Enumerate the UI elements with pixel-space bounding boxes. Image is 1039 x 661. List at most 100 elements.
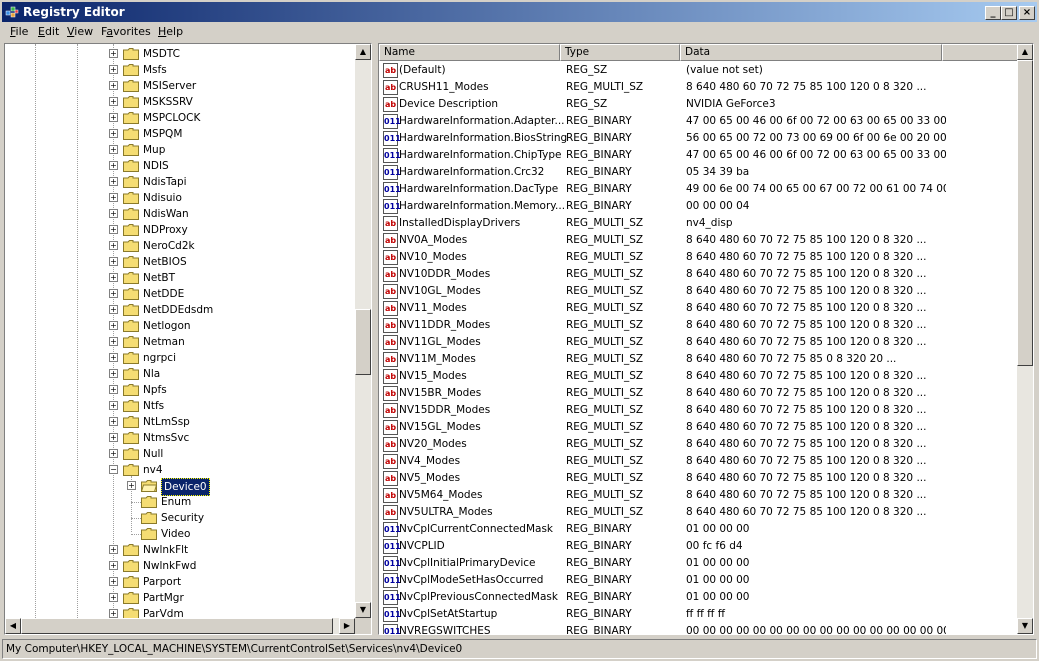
tree-node-nerocd2k[interactable]: + NeroCd2k <box>5 238 355 254</box>
expand-icon[interactable]: + <box>109 321 118 330</box>
tree-node-ndis[interactable]: + NDIS <box>5 158 355 174</box>
tree-node-video[interactable]: Video <box>5 526 355 542</box>
expand-icon[interactable]: + <box>109 593 118 602</box>
expand-icon[interactable]: + <box>109 65 118 74</box>
tree-node-netbt[interactable]: + NetBT <box>5 270 355 286</box>
column-header-name[interactable]: Name <box>379 44 560 61</box>
column-header-data[interactable]: Data <box>680 44 942 61</box>
expand-icon[interactable]: + <box>109 433 118 442</box>
expand-icon[interactable]: + <box>109 577 118 586</box>
menu-favorites[interactable]: Favorites <box>101 25 151 39</box>
tree-scroll-right-button[interactable]: ▶ <box>339 618 355 634</box>
value-row[interactable]: ab NV15BR_Modes REG_MULTI_SZ 8 640 480 60 7… <box>379 385 1019 402</box>
expand-icon[interactable]: + <box>109 257 118 266</box>
expand-icon[interactable]: + <box>109 193 118 202</box>
expand-icon[interactable]: + <box>127 481 136 490</box>
expand-icon[interactable]: + <box>109 337 118 346</box>
expand-icon[interactable]: + <box>109 609 118 618</box>
expand-icon[interactable]: + <box>109 385 118 394</box>
tree-scroll-down-button[interactable]: ▼ <box>355 602 371 618</box>
expand-icon[interactable]: + <box>109 273 118 282</box>
expand-icon[interactable]: + <box>109 225 118 234</box>
expand-icon[interactable]: + <box>109 209 118 218</box>
value-row[interactable]: ab NV15_Modes REG_MULTI_SZ 8 640 480 60 70 … <box>379 368 1019 385</box>
tree-node-enum[interactable]: Enum <box>5 494 355 510</box>
expand-icon[interactable]: + <box>109 113 118 122</box>
tree-scroll-up-button[interactable]: ▲ <box>355 44 371 60</box>
menu-view[interactable]: View <box>67 25 93 39</box>
expand-icon[interactable]: + <box>109 545 118 554</box>
menu-edit[interactable]: Edit <box>38 25 59 39</box>
expand-icon[interactable]: + <box>109 161 118 170</box>
value-row[interactable]: ab NV11_Modes REG_MULTI_SZ 8 640 480 60 70 … <box>379 300 1019 317</box>
tree-node-nla[interactable]: + Nla <box>5 366 355 382</box>
value-row[interactable]: ab NV15DDR_Modes REG_MULTI_SZ 8 640 480 60 … <box>379 402 1019 419</box>
list-scroll-down-button[interactable]: ▼ <box>1017 618 1033 634</box>
tree-node-msfs[interactable]: + Msfs <box>5 62 355 78</box>
tree-node-nwlnkfwd[interactable]: + NwlnkFwd <box>5 558 355 574</box>
expand-icon[interactable]: + <box>109 417 118 426</box>
column-header-type[interactable]: Type <box>560 44 680 61</box>
expand-icon[interactable]: + <box>109 353 118 362</box>
value-row[interactable]: 011 HardwareInformation.Crc32 REG_BINARY 05… <box>379 164 1019 181</box>
expand-icon[interactable]: + <box>109 289 118 298</box>
list-vscroll-thumb[interactable] <box>1017 60 1033 366</box>
value-row[interactable]: ab NV11GL_Modes REG_MULTI_SZ 8 640 480 60 7… <box>379 334 1019 351</box>
value-row[interactable]: 011 NvCplInitialPrimaryDevice REG_BINARY 01… <box>379 555 1019 572</box>
expand-icon[interactable]: + <box>109 369 118 378</box>
tree-node-ntlmssp[interactable]: + NtLmSsp <box>5 414 355 430</box>
tree-node-mskssrv[interactable]: + MSKSSRV <box>5 94 355 110</box>
value-row[interactable]: ab NV4_Modes REG_MULTI_SZ 8 640 480 60 70 7… <box>379 453 1019 470</box>
value-row[interactable]: 011 HardwareInformation.DacType REG_BINARY… <box>379 181 1019 198</box>
value-row[interactable]: 011 HardwareInformation.Memory... REG_BINA… <box>379 198 1019 215</box>
value-row[interactable]: 011 NvCplPreviousConnectedMask REG_BINARY 0… <box>379 589 1019 606</box>
value-row[interactable]: 011 NVREGSWITCHES REG_BINARY 00 00 00 00 00… <box>379 623 1019 634</box>
expand-icon[interactable]: + <box>109 241 118 250</box>
tree-scroll-left-button[interactable]: ◀ <box>5 618 21 634</box>
expand-icon[interactable]: + <box>109 177 118 186</box>
expand-icon[interactable]: + <box>109 129 118 138</box>
close-button[interactable]: × <box>1019 6 1035 20</box>
expand-icon[interactable]: + <box>109 145 118 154</box>
title-bar[interactable]: Registry Editor _ □ × <box>2 2 1037 22</box>
tree-node-mup[interactable]: + Mup <box>5 142 355 158</box>
expand-icon[interactable]: + <box>109 81 118 90</box>
expand-icon[interactable]: + <box>109 49 118 58</box>
tree-node-ndiswan[interactable]: + NdisWan <box>5 206 355 222</box>
value-row[interactable]: 011 HardwareInformation.BiosString REG_BIN… <box>379 130 1019 147</box>
tree-node-ngrpci[interactable]: + ngrpci <box>5 350 355 366</box>
expand-icon[interactable]: + <box>109 561 118 570</box>
tree-node-ntmssvc[interactable]: + NtmsSvc <box>5 430 355 446</box>
value-row[interactable]: ab NV20_Modes REG_MULTI_SZ 8 640 480 60 70 … <box>379 436 1019 453</box>
tree-node-parvdm[interactable]: + ParVdm <box>5 606 355 618</box>
menu-help[interactable]: Help <box>158 25 183 39</box>
tree-hscroll-thumb[interactable] <box>21 618 333 634</box>
tree-node-npfs[interactable]: + Npfs <box>5 382 355 398</box>
value-row[interactable]: 011 NvCplSetAtStartup REG_BINARY ff ff ff f… <box>379 606 1019 623</box>
tree-node-netbios[interactable]: + NetBIOS <box>5 254 355 270</box>
value-row[interactable]: ab NV10_Modes REG_MULTI_SZ 8 640 480 60 70 … <box>379 249 1019 266</box>
expand-icon[interactable]: + <box>109 401 118 410</box>
value-row[interactable]: ab NV11DDR_Modes REG_MULTI_SZ 8 640 480 60 … <box>379 317 1019 334</box>
tree-node-netddedsdm[interactable]: + NetDDEdsdm <box>5 302 355 318</box>
tree-node-partmgr[interactable]: + PartMgr <box>5 590 355 606</box>
value-row[interactable]: ab (Default) REG_SZ (value not set) <box>379 62 1019 79</box>
value-row[interactable]: 011 NvCplCurrentConnectedMask REG_BINARY 01… <box>379 521 1019 538</box>
expand-icon[interactable]: + <box>109 449 118 458</box>
tree-node-ndproxy[interactable]: + NDProxy <box>5 222 355 238</box>
value-row[interactable]: ab NV10GL_Modes REG_MULTI_SZ 8 640 480 60 7… <box>379 283 1019 300</box>
value-row[interactable]: ab NV11M_Modes REG_MULTI_SZ 8 640 480 60 70… <box>379 351 1019 368</box>
value-row[interactable]: ab NV5M64_Modes REG_MULTI_SZ 8 640 480 60 7… <box>379 487 1019 504</box>
expand-icon[interactable]: + <box>109 97 118 106</box>
value-row[interactable]: 011 HardwareInformation.Adapter... REG_BIN… <box>379 113 1019 130</box>
tree-node-null[interactable]: + Null <box>5 446 355 462</box>
value-row[interactable]: ab NV5_Modes REG_MULTI_SZ 8 640 480 60 70 7… <box>379 470 1019 487</box>
list-scroll-up-button[interactable]: ▲ <box>1017 44 1033 60</box>
tree-node-mspclock[interactable]: + MSPCLOCK <box>5 110 355 126</box>
tree-node-netdde[interactable]: + NetDDE <box>5 286 355 302</box>
tree-node-nv4[interactable]: − nv4 <box>5 462 355 478</box>
tree-node-msiserver[interactable]: + MSIServer <box>5 78 355 94</box>
tree-node-msdtc[interactable]: + MSDTC <box>5 46 355 62</box>
tree-node-parport[interactable]: + Parport <box>5 574 355 590</box>
expand-icon[interactable]: + <box>109 305 118 314</box>
